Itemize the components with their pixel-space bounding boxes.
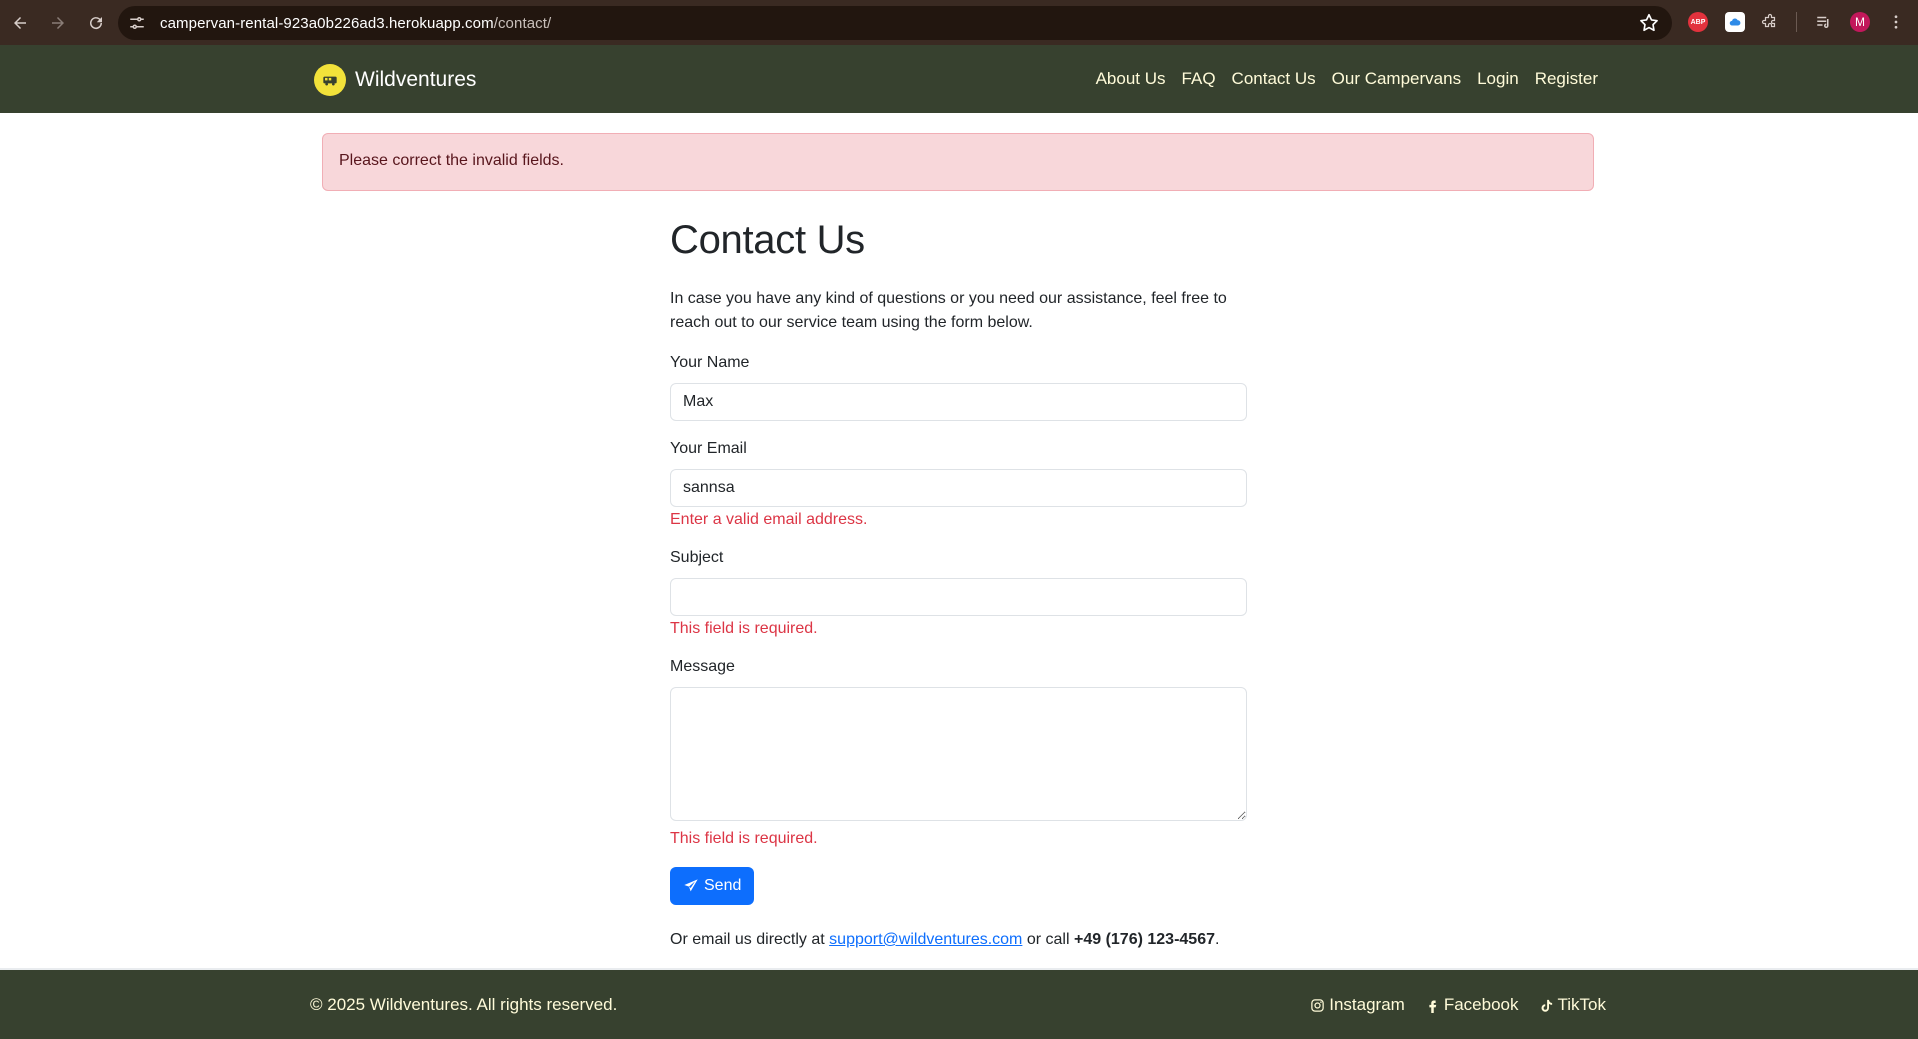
brand-name: Wildventures	[355, 68, 477, 91]
adblock-extension-icon[interactable]: ABP	[1688, 12, 1708, 32]
campervan-logo-icon	[314, 64, 346, 96]
instagram-label: Instagram	[1329, 995, 1405, 1014]
support-email-link[interactable]: support@wildventures.com	[829, 931, 1022, 948]
contact-middle: or call	[1026, 931, 1070, 948]
abp-label: ABP	[1690, 18, 1706, 26]
send-button[interactable]: Send	[670, 867, 755, 905]
name-label: Your Name	[670, 354, 750, 371]
name-group: Your Name	[670, 351, 1247, 421]
email-group: Your Email Enter a valid email address.	[670, 437, 1247, 532]
direct-contact-line: Or email us directly at support@wildvent…	[670, 928, 1247, 952]
nav-contact-us[interactable]: Contact Us	[1232, 69, 1316, 89]
name-input[interactable]	[670, 383, 1247, 421]
extensions-puzzle-icon[interactable]	[1760, 12, 1780, 32]
reload-icon	[90, 16, 103, 29]
url-host: campervan-rental-923a0b226ad3.herokuapp.…	[160, 14, 494, 32]
message-textarea[interactable]	[670, 687, 1247, 821]
facebook-icon	[1429, 1000, 1437, 1013]
subject-error: This field is required.	[670, 620, 818, 637]
arrow-left-icon	[14, 16, 26, 29]
nav-links: About Us FAQ Contact Us Our Campervans L…	[1080, 69, 1598, 89]
cloud-extension-icon[interactable]	[1725, 12, 1745, 32]
email-label: Your Email	[670, 440, 747, 457]
instagram-link[interactable]: Instagram	[1310, 995, 1405, 1015]
tiktok-link[interactable]: TikTok	[1539, 995, 1607, 1015]
site-footer: © 2025 Wildventures. All rights reserved…	[0, 968, 1918, 1039]
tiktok-icon	[1541, 999, 1552, 1012]
subject-label: Subject	[670, 549, 724, 566]
site-navbar: Wildventures About Us FAQ Contact Us Our…	[0, 45, 1918, 113]
browser-toolbar: campervan-rental-923a0b226ad3.herokuapp.…	[0, 0, 1918, 45]
tiktok-label: TikTok	[1557, 995, 1607, 1014]
nav-about-us[interactable]: About Us	[1096, 69, 1166, 89]
email-error: Enter a valid email address.	[670, 511, 868, 528]
phone-number: +49 (176) 123-4567	[1073, 931, 1215, 948]
address-bar[interactable]: campervan-rental-923a0b226ad3.herokuapp.…	[118, 6, 1672, 40]
message-error: This field is required.	[670, 830, 818, 847]
nav-our-campervans[interactable]: Our Campervans	[1332, 69, 1461, 89]
email-input[interactable]	[670, 469, 1247, 507]
profile-initial: M	[1855, 15, 1865, 29]
url-text: campervan-rental-923a0b226ad3.herokuapp.…	[160, 15, 551, 32]
contact-suffix: .	[1214, 931, 1220, 948]
paper-plane-icon	[684, 879, 698, 892]
facebook-link[interactable]: Facebook	[1425, 995, 1519, 1015]
facebook-label: Facebook	[1443, 995, 1519, 1014]
message-label: Message	[670, 658, 735, 675]
arrow-right-icon	[52, 16, 64, 29]
forward-button[interactable]	[40, 5, 76, 41]
instagram-icon	[1311, 998, 1324, 1012]
send-label: Send	[704, 877, 742, 894]
back-button[interactable]	[2, 5, 38, 41]
url-path: /contact/	[493, 14, 552, 32]
nav-login[interactable]: Login	[1477, 69, 1519, 89]
contact-form-container: Contact Us In case you have any kind of …	[670, 210, 1247, 952]
brand-link[interactable]: Wildventures	[314, 64, 476, 96]
message-group: Message This field is required.	[670, 655, 1247, 851]
profile-avatar[interactable]: M	[1850, 12, 1870, 32]
error-alert: Please correct the invalid fields.	[322, 133, 1594, 191]
subject-group: Subject This field is required.	[670, 546, 1247, 641]
nav-register[interactable]: Register	[1535, 69, 1598, 89]
browser-menu-icon[interactable]	[1886, 12, 1906, 32]
subject-input[interactable]	[670, 578, 1247, 616]
contact-prefix: Or email us directly at	[670, 931, 825, 948]
page-title: Contact Us	[670, 218, 865, 262]
bookmark-star-icon[interactable]	[1638, 12, 1660, 34]
social-links: Instagram Facebook TikTok	[1290, 995, 1606, 1015]
reload-button[interactable]	[78, 5, 114, 41]
site-settings-icon[interactable]	[126, 12, 148, 34]
copyright-text: © 2025 Wildventures. All rights reserved…	[310, 995, 618, 1014]
intro-text: In case you have any kind of questions o…	[670, 290, 1227, 331]
nav-faq[interactable]: FAQ	[1182, 69, 1216, 89]
media-controls-icon[interactable]	[1814, 12, 1834, 32]
toolbar-divider	[1796, 12, 1797, 32]
